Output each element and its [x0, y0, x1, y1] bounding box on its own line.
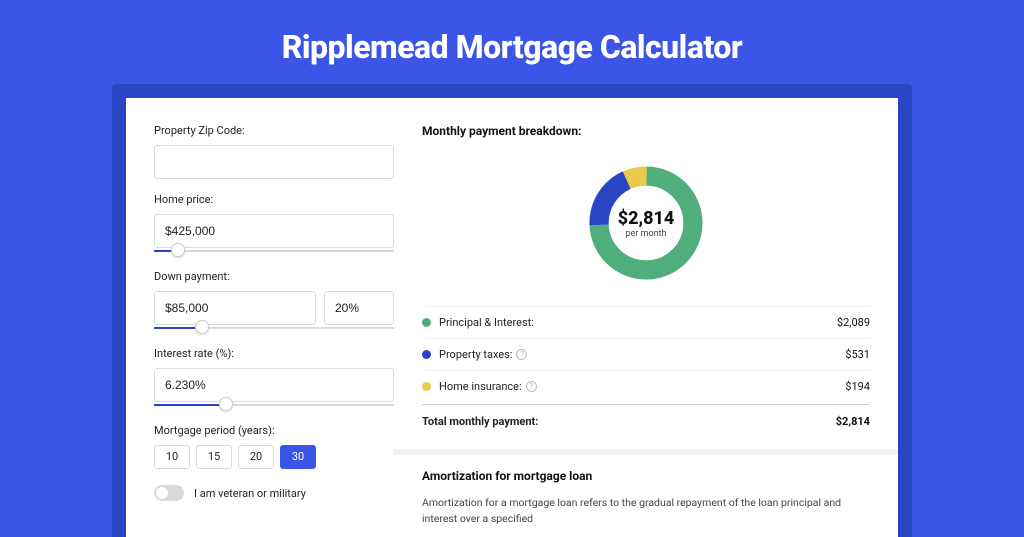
zip-input[interactable] — [154, 145, 394, 179]
dot-icon — [422, 318, 431, 327]
breakdown-label: Property taxes: — [439, 348, 512, 361]
period-btn-30[interactable]: 30 — [280, 445, 316, 469]
breakdown-total-value: $2,814 — [836, 415, 870, 428]
calculator-card-outer: Property Zip Code: Home price: Down paym… — [112, 84, 912, 537]
breakdown-row-principal: Principal & Interest: $2,089 — [422, 306, 870, 338]
zip-field-group: Property Zip Code: — [154, 124, 394, 179]
down-payment-input[interactable] — [154, 291, 316, 325]
slider-fill — [154, 404, 226, 406]
interest-field-group: Interest rate (%): — [154, 347, 394, 410]
down-payment-pct-input[interactable] — [324, 291, 394, 325]
amortization-section: Amortization for mortgage loan Amortizat… — [394, 449, 898, 527]
period-label: Mortgage period (years): — [154, 424, 394, 437]
breakdown-title: Monthly payment breakdown: — [422, 124, 870, 138]
calculator-card: Property Zip Code: Home price: Down paym… — [126, 98, 898, 537]
breakdown-value: $2,089 — [837, 316, 870, 329]
breakdown-row-total: Total monthly payment: $2,814 — [422, 404, 870, 437]
help-icon[interactable]: ? — [516, 349, 527, 360]
interest-slider[interactable] — [154, 400, 394, 410]
breakdown-value: $194 — [845, 380, 870, 393]
donut-center: $2,814 per month — [618, 208, 675, 239]
down-payment-slider[interactable] — [154, 323, 394, 333]
period-field-group: Mortgage period (years): 10 15 20 30 — [154, 424, 394, 469]
breakdown-label: Principal & Interest: — [439, 316, 534, 329]
veteran-toggle-row: I am veteran or military — [154, 485, 394, 501]
breakdown-panel: Monthly payment breakdown: $2,814 per mo… — [422, 124, 870, 527]
donut-chart-area: $2,814 per month — [422, 150, 870, 296]
amortization-body: Amortization for a mortgage loan refers … — [422, 495, 870, 527]
veteran-toggle[interactable] — [154, 485, 184, 501]
inputs-panel: Property Zip Code: Home price: Down paym… — [154, 124, 394, 527]
amortization-title: Amortization for mortgage loan — [422, 469, 870, 483]
breakdown-total-label: Total monthly payment: — [422, 415, 538, 428]
breakdown-row-insurance: Home insurance: ? $194 — [422, 370, 870, 402]
breakdown-row-taxes: Property taxes: ? $531 — [422, 338, 870, 370]
dot-icon — [422, 350, 431, 359]
period-buttons: 10 15 20 30 — [154, 445, 394, 469]
down-payment-field-group: Down payment: — [154, 270, 394, 333]
help-icon[interactable]: ? — [526, 381, 537, 392]
breakdown-value: $531 — [845, 348, 870, 361]
slider-thumb[interactable] — [219, 397, 233, 411]
home-price-input[interactable] — [154, 214, 394, 248]
page-header: Ripplemead Mortgage Calculator — [0, 0, 1024, 84]
home-price-label: Home price: — [154, 193, 394, 206]
breakdown-label: Home insurance: — [439, 380, 522, 393]
slider-thumb[interactable] — [171, 243, 185, 257]
period-btn-15[interactable]: 15 — [196, 445, 232, 469]
zip-label: Property Zip Code: — [154, 124, 394, 137]
veteran-label: I am veteran or military — [194, 487, 306, 500]
donut-center-amount: $2,814 — [618, 208, 675, 229]
period-btn-20[interactable]: 20 — [238, 445, 274, 469]
donut-center-sub: per month — [618, 229, 675, 239]
page-title: Ripplemead Mortgage Calculator — [0, 28, 1024, 66]
home-price-slider[interactable] — [154, 246, 394, 256]
home-price-field-group: Home price: — [154, 193, 394, 256]
slider-track — [154, 250, 394, 252]
interest-input[interactable] — [154, 368, 394, 402]
dot-icon — [422, 382, 431, 391]
period-btn-10[interactable]: 10 — [154, 445, 190, 469]
down-payment-label: Down payment: — [154, 270, 394, 283]
interest-label: Interest rate (%): — [154, 347, 394, 360]
slider-thumb[interactable] — [195, 320, 209, 334]
